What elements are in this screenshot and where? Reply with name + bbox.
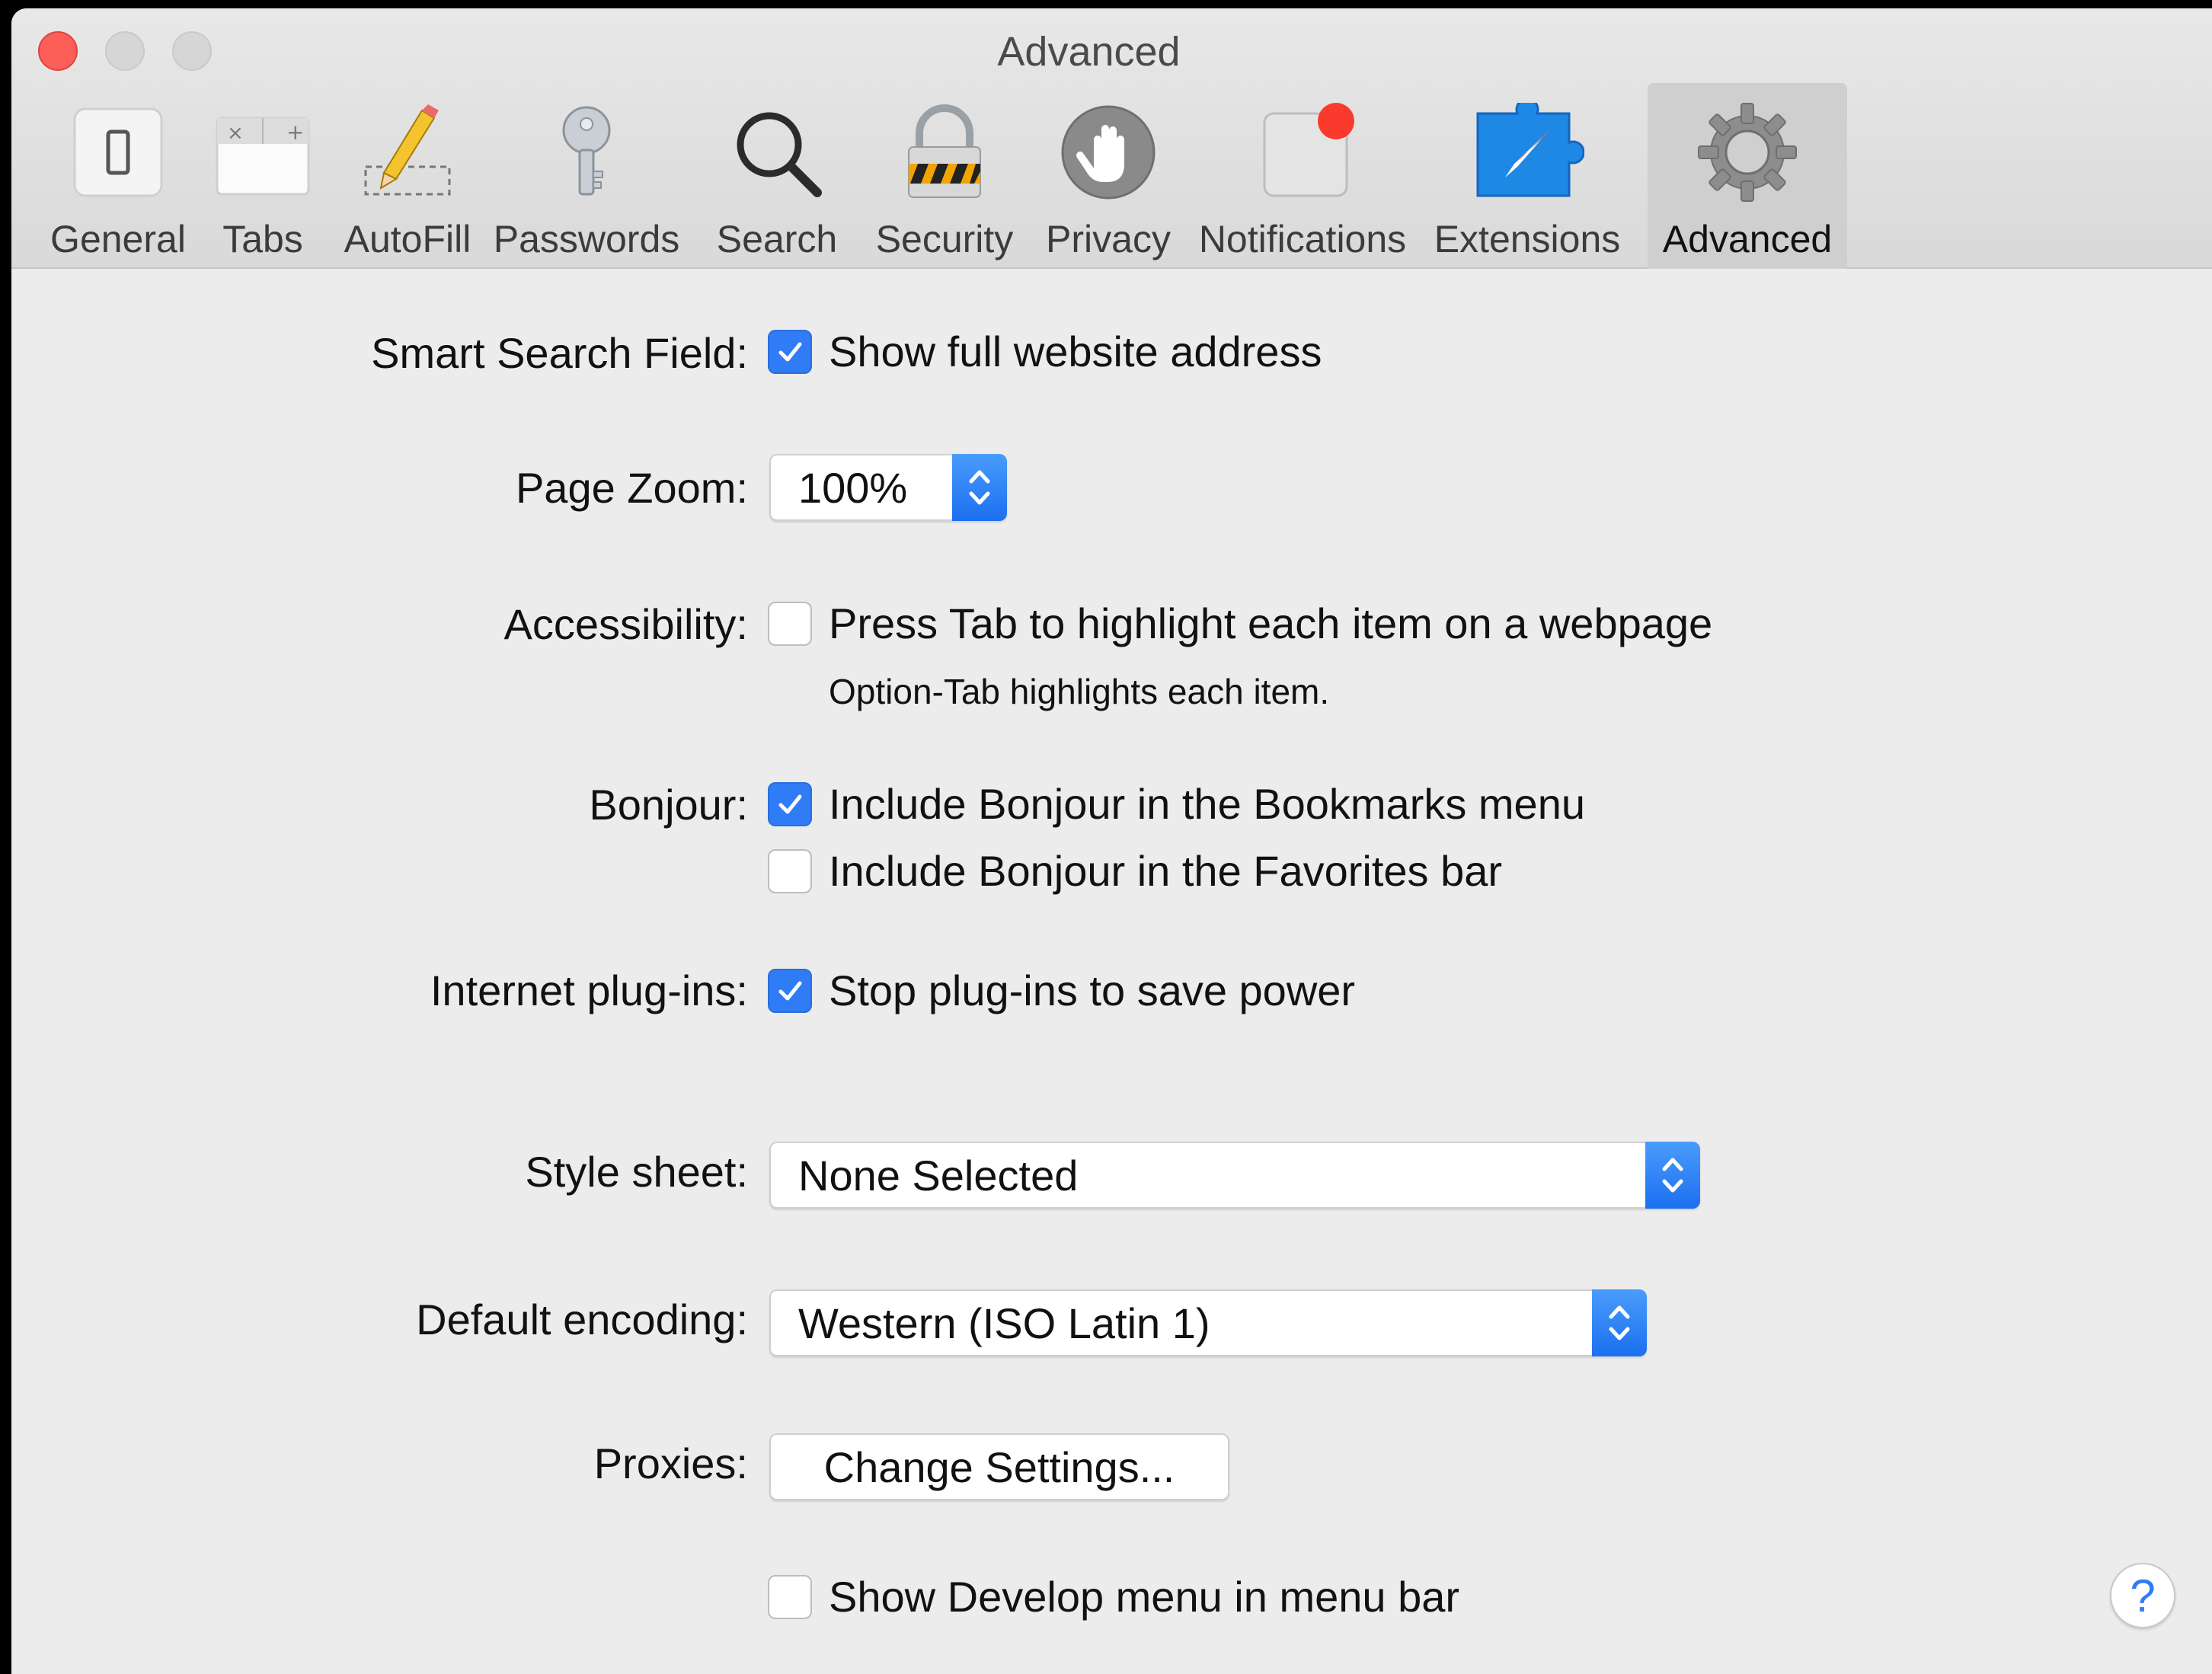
show-full-address-row[interactable]: Show full website address bbox=[768, 327, 1322, 376]
checkmark-icon bbox=[778, 981, 802, 1000]
tab-label: Privacy bbox=[1046, 218, 1171, 260]
checkmark-icon bbox=[778, 342, 802, 361]
tabs-icon: × + bbox=[206, 95, 320, 209]
bonjour-favorites-checkbox[interactable] bbox=[768, 848, 812, 893]
tab-search[interactable]: Search bbox=[701, 83, 853, 269]
tab-label: Advanced bbox=[1662, 218, 1833, 260]
help-button[interactable]: ? bbox=[2110, 1563, 2175, 1628]
svg-text:×: × bbox=[227, 122, 244, 145]
bonjour-bookmarks-row[interactable]: Include Bonjour in the Bookmarks menu bbox=[768, 779, 1585, 829]
style-sheet-label: Style sheet: bbox=[525, 1148, 748, 1196]
tab-label: Passwords bbox=[493, 218, 680, 260]
accessibility-hint: Option-Tab highlights each item. bbox=[829, 672, 1330, 711]
tab-general[interactable]: General bbox=[34, 83, 202, 269]
key-icon bbox=[529, 95, 644, 209]
develop-menu-text: Show Develop menu in menu bar bbox=[829, 1573, 1460, 1621]
bonjour-bookmarks-checkbox[interactable] bbox=[768, 781, 812, 826]
gear-icon bbox=[1690, 95, 1804, 209]
stop-plugins-checkbox[interactable] bbox=[768, 968, 812, 1013]
svg-text:+: + bbox=[286, 120, 304, 145]
style-sheet-value: None Selected bbox=[798, 1151, 1079, 1200]
tab-label: Search bbox=[716, 218, 838, 260]
pencil-icon bbox=[350, 95, 465, 209]
show-full-address-checkbox[interactable] bbox=[768, 329, 812, 374]
smart-search-label: Smart Search Field: bbox=[371, 329, 748, 377]
develop-menu-checkbox[interactable] bbox=[768, 1574, 812, 1619]
bonjour-bookmarks-text: Include Bonjour in the Bookmarks menu bbox=[829, 780, 1585, 828]
stop-plugins-text: Stop plug-ins to save power bbox=[829, 966, 1356, 1014]
up-down-arrows-icon bbox=[952, 454, 1007, 521]
general-switch-icon bbox=[61, 95, 175, 209]
tab-tabs[interactable]: × + Tabs bbox=[202, 83, 324, 269]
tab-security[interactable]: Security bbox=[861, 83, 1028, 269]
style-sheet-popup[interactable]: None Selected bbox=[769, 1142, 1700, 1209]
toolbar: Advanced General × + Tabs AutoFill Passw… bbox=[11, 8, 2212, 269]
tab-label: Security bbox=[875, 218, 1014, 260]
plugins-label: Internet plug-ins: bbox=[430, 966, 748, 1014]
encoding-label: Default encoding: bbox=[416, 1295, 748, 1343]
develop-menu-row[interactable]: Show Develop menu in menu bar bbox=[768, 1572, 1459, 1621]
padlock-icon bbox=[887, 95, 1002, 209]
tab-notifications[interactable]: Notifications bbox=[1188, 83, 1417, 269]
show-full-address-text: Show full website address bbox=[829, 327, 1322, 375]
press-tab-row[interactable]: Press Tab to highlight each item on a we… bbox=[768, 599, 1712, 648]
tab-passwords[interactable]: Passwords bbox=[491, 83, 682, 269]
bonjour-favorites-text: Include Bonjour in the Favorites bar bbox=[829, 847, 1503, 895]
puzzle-compass-icon bbox=[1470, 95, 1584, 209]
magnifier-icon bbox=[720, 95, 834, 209]
tab-label: Notifications bbox=[1198, 218, 1407, 260]
tab-label: General bbox=[50, 218, 186, 260]
preferences-window: Advanced General × + Tabs AutoFill Passw… bbox=[11, 8, 2212, 1674]
tab-advanced[interactable]: Advanced bbox=[1648, 83, 1847, 269]
checkmark-icon bbox=[778, 794, 802, 813]
press-tab-checkbox[interactable] bbox=[768, 601, 812, 646]
encoding-popup[interactable]: Western (ISO Latin 1) bbox=[769, 1289, 1647, 1356]
window-title: Advanced bbox=[997, 29, 1181, 75]
tab-extensions[interactable]: Extensions bbox=[1424, 83, 1630, 269]
bonjour-label: Bonjour: bbox=[589, 781, 748, 829]
encoding-value: Western (ISO Latin 1) bbox=[798, 1299, 1210, 1347]
page-zoom-label: Page Zoom: bbox=[515, 464, 748, 512]
up-down-arrows-icon bbox=[1645, 1142, 1700, 1209]
tab-label: Extensions bbox=[1434, 218, 1621, 260]
proxies-label: Proxies: bbox=[593, 1439, 748, 1487]
notification-badge-icon bbox=[1245, 95, 1360, 209]
tab-autofill[interactable]: AutoFill bbox=[331, 83, 484, 269]
page-zoom-popup[interactable]: 100% bbox=[769, 454, 1007, 521]
change-settings-button[interactable]: Change Settings... bbox=[769, 1433, 1229, 1500]
tab-privacy[interactable]: Privacy bbox=[1036, 83, 1181, 269]
tab-label: AutoFill bbox=[344, 218, 471, 260]
up-down-arrows-icon bbox=[1592, 1289, 1647, 1356]
press-tab-text: Press Tab to highlight each item on a we… bbox=[829, 599, 1713, 647]
tab-label: Tabs bbox=[222, 218, 303, 260]
bonjour-favorites-row[interactable]: Include Bonjour in the Favorites bar bbox=[768, 846, 1502, 896]
hand-icon bbox=[1051, 95, 1165, 209]
accessibility-label: Accessibility: bbox=[503, 600, 748, 648]
page-zoom-value: 100% bbox=[798, 463, 908, 512]
stop-plugins-row[interactable]: Stop plug-ins to save power bbox=[768, 966, 1355, 1015]
